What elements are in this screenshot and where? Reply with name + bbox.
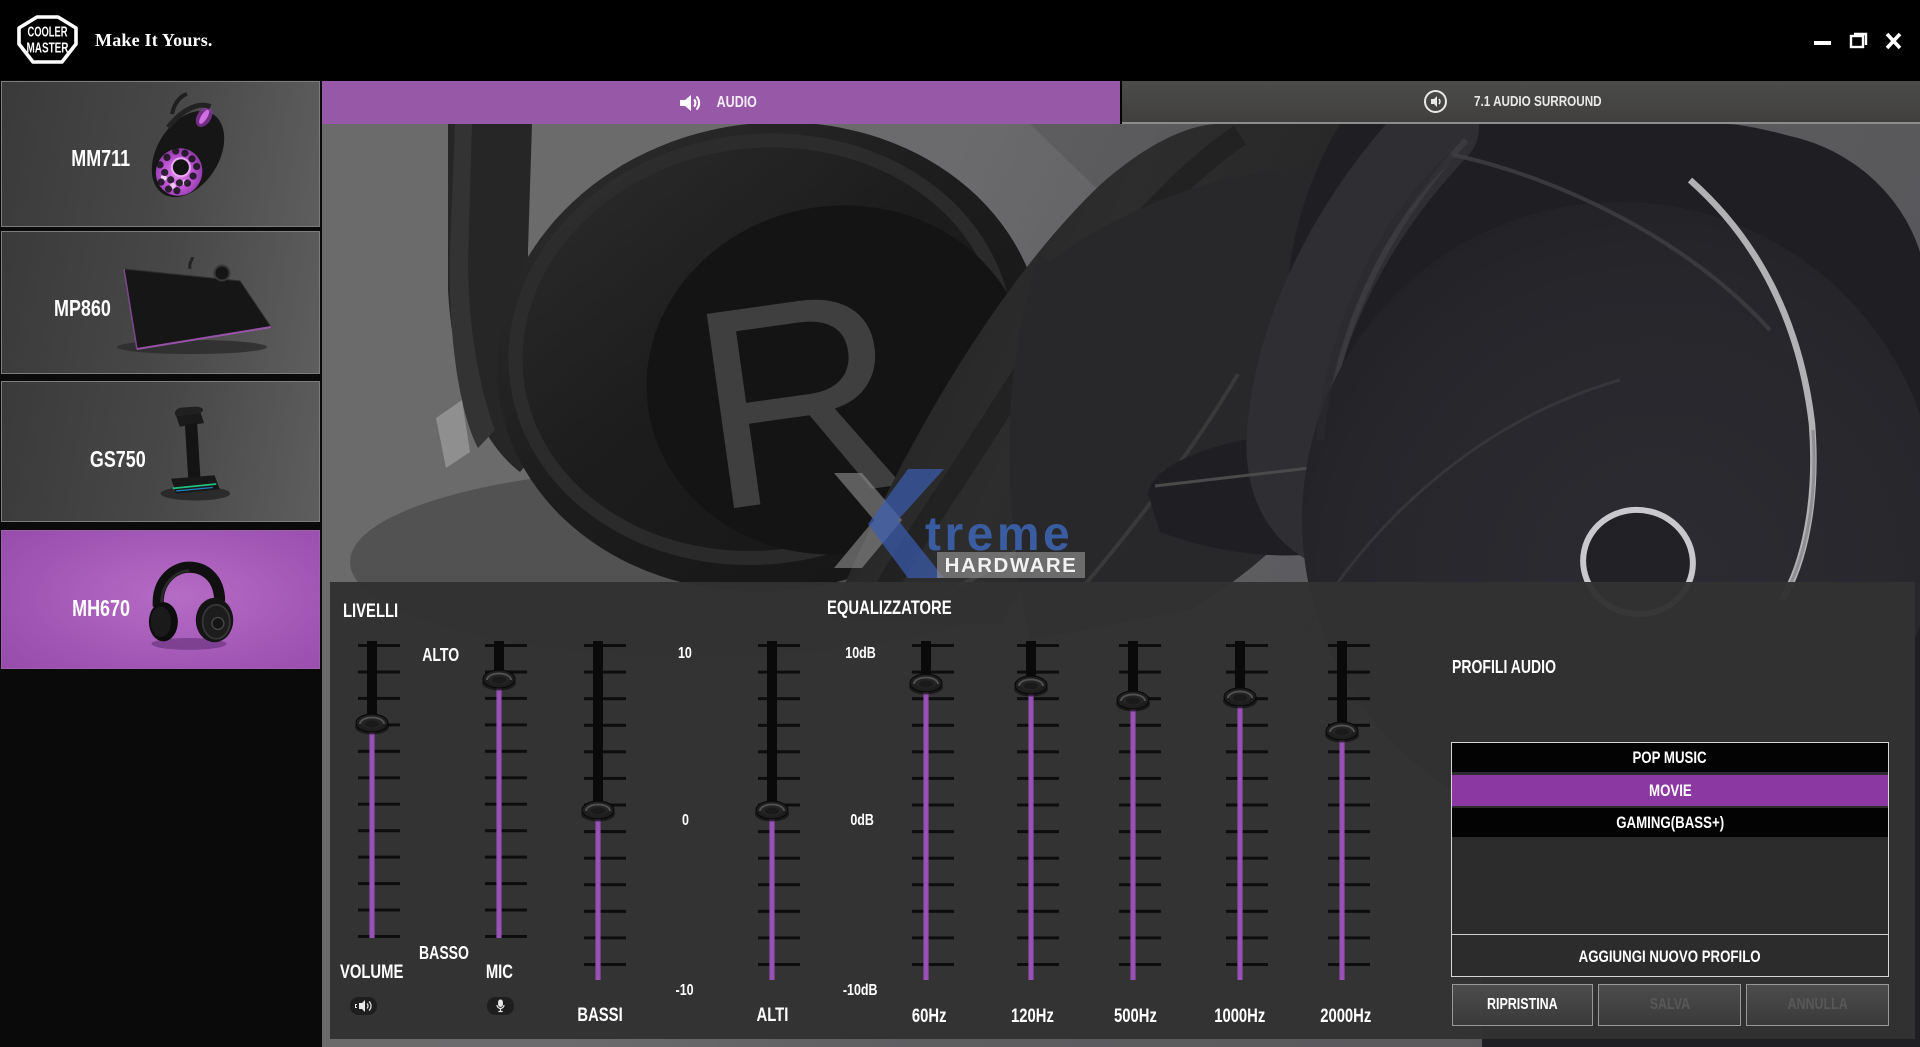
svg-text:MASTER: MASTER [27, 41, 69, 57]
svg-text:COOLER: COOLER [28, 25, 68, 41]
svg-text:HARDWARE: HARDWARE [945, 554, 1078, 577]
